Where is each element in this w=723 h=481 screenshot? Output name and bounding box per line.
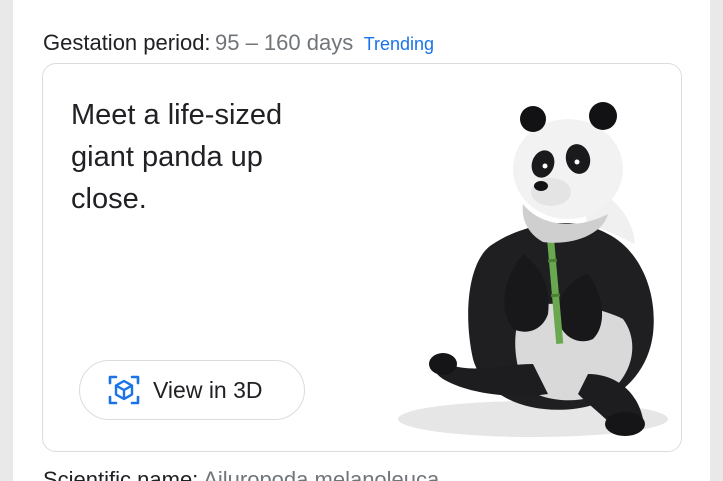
cube-ar-icon xyxy=(107,373,141,407)
scientific-name-value: Ailuropoda melanoleuca xyxy=(203,467,440,481)
scientific-name-label: Scientific name: xyxy=(43,467,199,481)
view-in-3d-card[interactable]: Meet a life-sized giant panda up close. … xyxy=(42,63,682,452)
gestation-value: 95 – 160 days xyxy=(215,30,354,55)
view-in-3d-label: View in 3D xyxy=(153,376,263,403)
ar-card-headline: Meet a life-sized giant panda up close. xyxy=(71,99,283,215)
gestation-label: Gestation period: xyxy=(43,30,211,55)
knowledge-panel: Gestation period: 95 – 160 days Trending… xyxy=(13,0,710,481)
trending-link[interactable]: Trending xyxy=(364,34,434,54)
giant-panda-image xyxy=(398,102,668,437)
gestation-fact-row: Gestation period: 95 – 160 days Trending xyxy=(43,30,434,56)
scientific-name-fact-row: Scientific name: Ailuropoda melanoleuca xyxy=(43,467,439,481)
view-in-3d-button[interactable]: View in 3D xyxy=(79,360,305,420)
